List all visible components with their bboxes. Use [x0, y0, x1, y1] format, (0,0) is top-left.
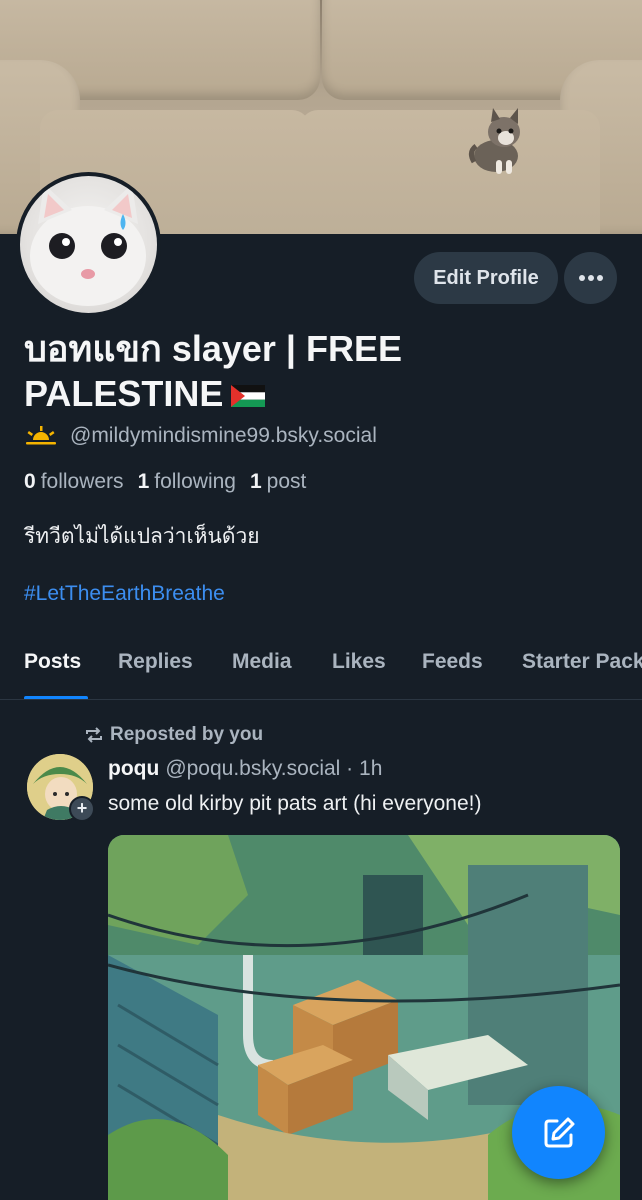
compose-post-button[interactable]	[512, 1086, 605, 1179]
compose-icon	[544, 1117, 574, 1147]
repost-indicator: Reposted by you	[84, 724, 263, 746]
tab-likes[interactable]: Likes	[332, 650, 386, 674]
kitten-photo	[468, 108, 520, 174]
tab-media[interactable]: Media	[232, 650, 292, 674]
follow-plus-button[interactable]: +	[69, 796, 95, 822]
bio-hashtag-link[interactable]: #LetTheEarthBreathe	[24, 582, 225, 606]
post-author-name[interactable]: poqu	[108, 757, 159, 780]
handle-row: @mildymindismine99.bsky.social	[24, 424, 377, 448]
palestine-flag-icon	[231, 385, 266, 407]
following-count: 1	[137, 470, 150, 493]
repost-label: Reposted by you	[110, 724, 264, 745]
profile-tabs: Posts Replies Media Likes Feeds Starter …	[0, 630, 642, 700]
followers-label: followers	[40, 470, 124, 493]
posts-count: 1	[249, 470, 262, 493]
post-time[interactable]: 1h	[359, 757, 382, 780]
edit-profile-button[interactable]: Edit Profile	[414, 252, 558, 304]
tab-starter-packs[interactable]: Starter Packs	[522, 650, 642, 674]
profile-handle: @mildymindismine99.bsky.social	[70, 424, 377, 447]
post-text: some old kirby pit pats art (hi everyone…	[108, 792, 482, 815]
display-name-text: บอทแขก slayer | FREE PALESTINE	[24, 328, 402, 414]
posts-stat: 1 post	[250, 470, 306, 494]
following-stat[interactable]: 1 following	[138, 470, 236, 494]
tab-posts[interactable]: Posts	[24, 650, 81, 674]
profile-avatar[interactable]	[16, 172, 161, 317]
tab-replies[interactable]: Replies	[118, 650, 193, 674]
sunrise-icon	[26, 426, 56, 445]
post-author-handle[interactable]: @poqu.bsky.social	[165, 757, 340, 780]
display-name: บอทแขก slayer | FREE PALESTINE	[24, 326, 564, 416]
post-separator: ·	[346, 757, 354, 780]
more-options-button[interactable]	[564, 252, 617, 304]
cat-avatar-image	[30, 184, 146, 306]
followers-count: 0	[24, 470, 36, 493]
posts-label: post	[266, 470, 307, 493]
repost-icon	[86, 727, 102, 743]
following-label: following	[154, 470, 236, 493]
active-tab-indicator	[24, 696, 88, 699]
post-header: poqu @poqu.bsky.social · 1h	[108, 757, 382, 781]
tab-feeds[interactable]: Feeds	[422, 650, 483, 674]
followers-stat[interactable]: 0 followers	[24, 470, 124, 494]
profile-bio: รีทวีตไม่ได้แปลว่าเห็นด้วย	[24, 525, 260, 548]
profile-stats: 0 followers 1 following 1 post	[24, 470, 320, 494]
ellipsis-icon	[578, 275, 603, 281]
